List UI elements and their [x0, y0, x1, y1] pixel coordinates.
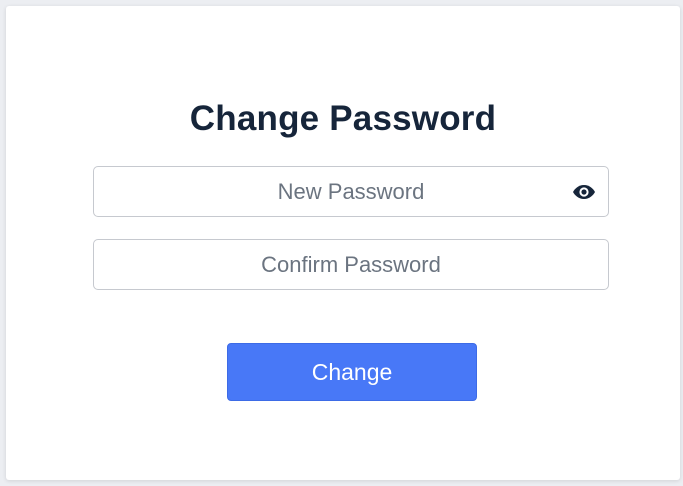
change-password-card: Change Password Change: [6, 6, 680, 480]
confirm-password-field[interactable]: [93, 239, 609, 290]
eye-icon[interactable]: [572, 181, 596, 203]
new-password-input[interactable]: [94, 167, 608, 216]
page-title: Change Password: [189, 99, 497, 138]
change-button[interactable]: Change: [227, 343, 477, 401]
new-password-field[interactable]: [93, 166, 609, 217]
confirm-password-input[interactable]: [94, 240, 608, 289]
